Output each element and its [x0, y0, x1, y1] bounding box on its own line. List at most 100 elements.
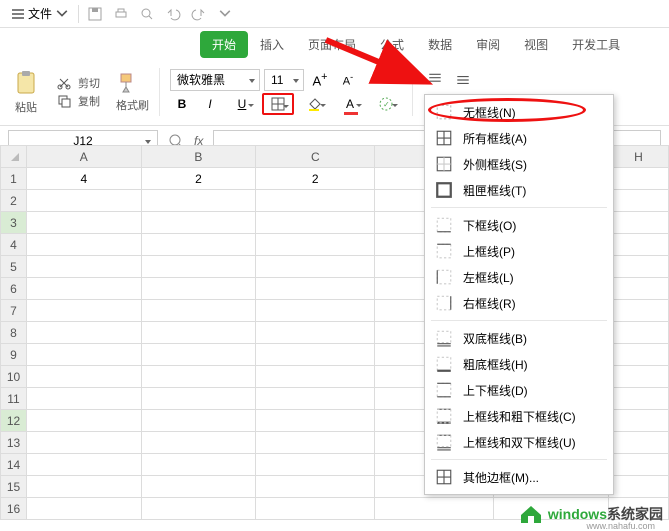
cell[interactable] — [256, 322, 375, 344]
row-header[interactable]: 6 — [1, 278, 27, 300]
cell[interactable] — [141, 190, 256, 212]
cell[interactable] — [141, 454, 256, 476]
cell[interactable] — [141, 300, 256, 322]
border-top-thick-bottom-item[interactable]: 上框线和粗下框线(C) — [425, 403, 613, 429]
print-icon[interactable] — [113, 6, 129, 22]
border-left-item[interactable]: 左框线(L) — [425, 264, 613, 290]
save-icon[interactable] — [87, 6, 103, 22]
border-top-item[interactable]: 上框线(P) — [425, 238, 613, 264]
cell[interactable] — [609, 168, 669, 190]
cell[interactable] — [256, 300, 375, 322]
cut-button[interactable]: 剪切 — [56, 75, 100, 91]
cell[interactable] — [27, 322, 142, 344]
cell[interactable] — [27, 476, 142, 498]
row-header[interactable]: 4 — [1, 234, 27, 256]
cell[interactable]: 4 — [27, 168, 142, 190]
cell[interactable] — [27, 432, 142, 454]
col-header[interactable]: H — [609, 146, 669, 168]
cell[interactable] — [27, 234, 142, 256]
row-header[interactable]: 3 — [1, 212, 27, 234]
border-right-item[interactable]: 右框线(R) — [425, 290, 613, 316]
row-header[interactable]: 13 — [1, 432, 27, 454]
undo-icon[interactable] — [165, 6, 181, 22]
cell[interactable] — [375, 498, 494, 520]
cell[interactable] — [141, 498, 256, 520]
row-header[interactable]: 11 — [1, 388, 27, 410]
tab-formula[interactable]: 公式 — [368, 31, 416, 58]
cell[interactable] — [609, 278, 669, 300]
cell[interactable] — [141, 366, 256, 388]
qat-more-icon[interactable] — [217, 6, 233, 22]
select-all-corner[interactable] — [1, 146, 27, 168]
decrease-font-button[interactable]: A- — [336, 69, 360, 91]
format-painter-icon[interactable] — [116, 71, 140, 95]
row-header[interactable]: 5 — [1, 256, 27, 278]
cell[interactable] — [256, 476, 375, 498]
tab-insert[interactable]: 插入 — [248, 31, 296, 58]
border-top-dbl-bottom-item[interactable]: 上框线和双下框线(U) — [425, 429, 613, 455]
cell[interactable] — [256, 234, 375, 256]
underline-button[interactable]: U — [226, 93, 258, 115]
row-header[interactable]: 15 — [1, 476, 27, 498]
redo-icon[interactable] — [191, 6, 207, 22]
cell[interactable] — [256, 190, 375, 212]
cell[interactable] — [141, 344, 256, 366]
copy-button[interactable]: 复制 — [56, 93, 100, 109]
cell[interactable] — [256, 454, 375, 476]
cell[interactable] — [256, 432, 375, 454]
font-size-select[interactable]: 11 — [264, 69, 304, 91]
cell[interactable]: 2 — [256, 168, 375, 190]
preview-icon[interactable] — [139, 6, 155, 22]
fill-color-button[interactable] — [298, 93, 330, 115]
cell[interactable] — [609, 212, 669, 234]
cell[interactable] — [27, 454, 142, 476]
tab-review[interactable]: 审阅 — [464, 31, 512, 58]
row-header[interactable]: 8 — [1, 322, 27, 344]
cell[interactable] — [256, 410, 375, 432]
border-dbl-bottom-item[interactable]: 双底框线(B) — [425, 325, 613, 351]
cell[interactable] — [609, 234, 669, 256]
cell[interactable] — [256, 278, 375, 300]
cell[interactable] — [27, 388, 142, 410]
cell[interactable] — [27, 300, 142, 322]
font-color-button[interactable]: A — [334, 93, 366, 115]
cell[interactable] — [27, 498, 142, 520]
col-header[interactable]: C — [256, 146, 375, 168]
border-more-item[interactable]: 其他边框(M)... — [425, 464, 613, 490]
border-thick-bottom-item[interactable]: 粗底框线(H) — [425, 351, 613, 377]
cell[interactable] — [141, 476, 256, 498]
cell[interactable] — [609, 476, 669, 498]
border-bottom-item[interactable]: 下框线(O) — [425, 212, 613, 238]
row-header[interactable]: 1 — [1, 168, 27, 190]
increase-font-button[interactable]: A+ — [308, 69, 332, 91]
align-middle-button[interactable] — [451, 69, 475, 91]
cell[interactable] — [27, 278, 142, 300]
cell[interactable] — [609, 388, 669, 410]
cell[interactable] — [256, 344, 375, 366]
tab-layout[interactable]: 页面布局 — [296, 31, 368, 58]
cell[interactable] — [27, 366, 142, 388]
cell[interactable] — [609, 190, 669, 212]
tab-start[interactable]: 开始 — [200, 31, 248, 58]
tab-view[interactable]: 视图 — [512, 31, 560, 58]
cell[interactable] — [27, 344, 142, 366]
bold-button[interactable]: B — [170, 93, 194, 115]
col-header[interactable]: B — [141, 146, 256, 168]
col-header[interactable]: A — [27, 146, 142, 168]
align-top-button[interactable] — [423, 69, 447, 91]
row-header[interactable]: 2 — [1, 190, 27, 212]
cell[interactable] — [27, 190, 142, 212]
cell[interactable] — [27, 212, 142, 234]
phonetic-button[interactable]: ✓ — [370, 93, 402, 115]
italic-button[interactable]: I — [198, 93, 222, 115]
cell[interactable] — [609, 322, 669, 344]
row-header[interactable]: 12 — [1, 410, 27, 432]
tab-dev[interactable]: 开发工具 — [560, 31, 632, 58]
borders-button[interactable] — [262, 93, 294, 115]
border-all-item[interactable]: 所有框线(A) — [425, 125, 613, 151]
cell[interactable] — [609, 256, 669, 278]
cell[interactable] — [609, 300, 669, 322]
border-none-item[interactable]: 无框线(N) — [425, 99, 613, 125]
font-name-select[interactable]: 微软雅黑 — [170, 69, 260, 91]
cell[interactable] — [609, 454, 669, 476]
